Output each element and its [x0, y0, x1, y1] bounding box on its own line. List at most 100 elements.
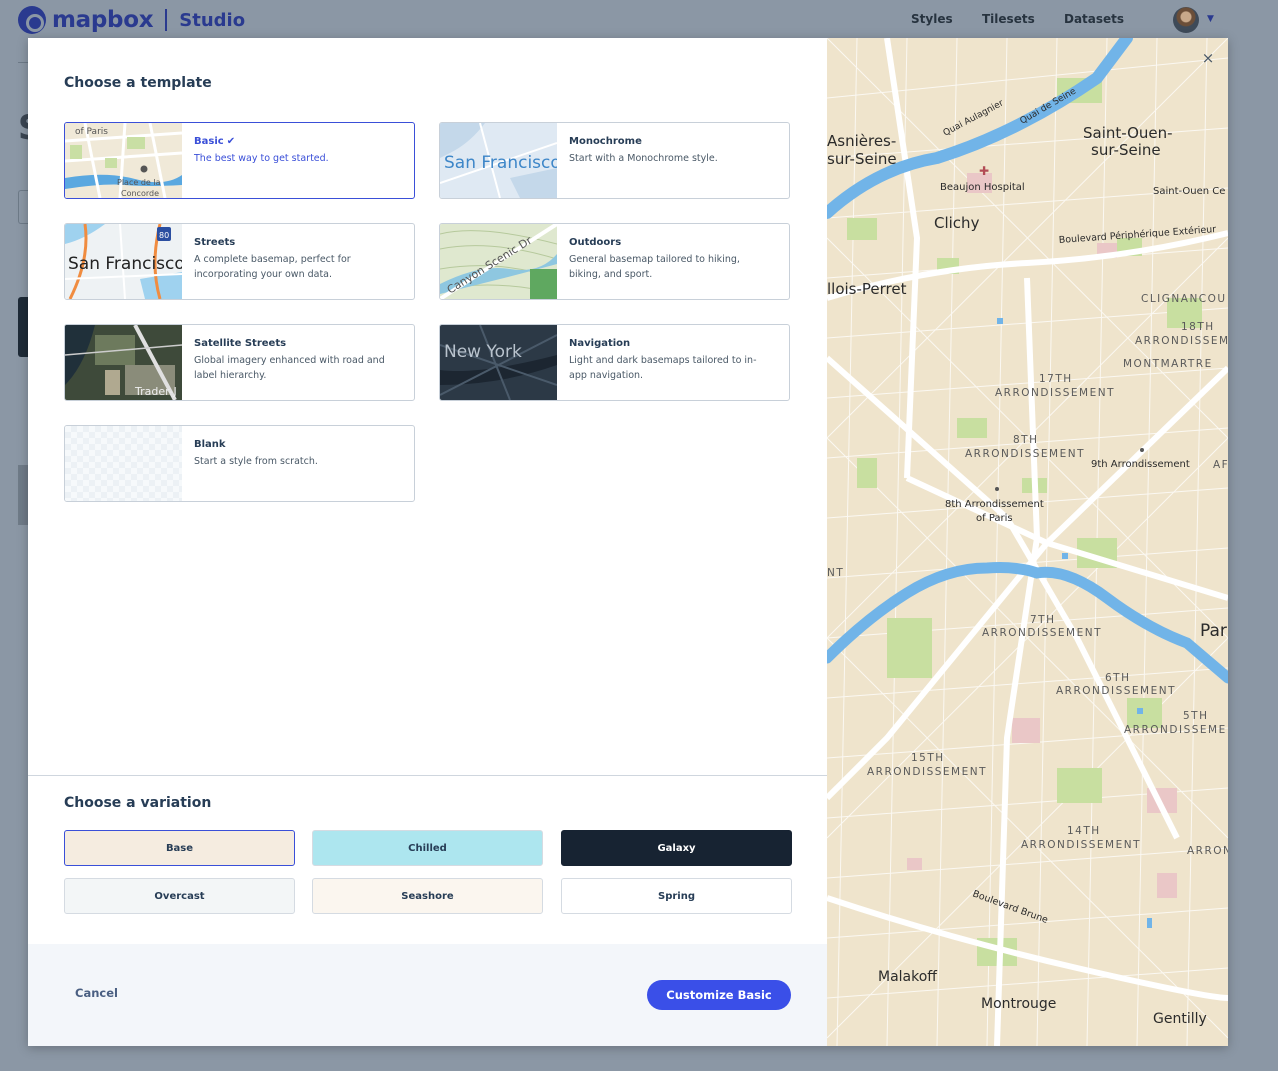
product-name: Studio	[179, 9, 246, 31]
map-label: 8TH	[1013, 434, 1039, 446]
top-bar: mapbox Studio Styles Tilesets Datasets ▼	[0, 0, 1278, 38]
brand-name: mapbox	[52, 7, 154, 33]
check-icon: ✔	[226, 136, 236, 147]
map-label: Par	[1200, 621, 1227, 641]
map-label: Beaujon Hospital	[940, 182, 1025, 193]
variation-spring-button[interactable]: Spring	[561, 878, 792, 914]
template-description: Light and dark basemaps tailored to in-a…	[569, 355, 757, 381]
variation-seashore-button[interactable]: Seashore	[312, 878, 543, 914]
template-description: The best way to get started.	[194, 153, 329, 164]
template-name: Outdoors	[569, 237, 622, 248]
template-card-blank[interactable]: Blank Start a style from scratch.	[64, 425, 415, 502]
variation-overcast-button[interactable]: Overcast	[64, 878, 295, 914]
map-label: Clichy	[934, 214, 980, 232]
template-name: Basic ✔	[194, 136, 236, 147]
map-label: Montrouge	[981, 996, 1056, 1012]
section-divider	[28, 775, 827, 776]
template-thumb-satellite: Trader-J	[65, 325, 182, 400]
template-heading: Choose a template	[64, 75, 212, 91]
svg-text:Trader-J: Trader-J	[134, 385, 177, 398]
avatar[interactable]	[1173, 7, 1199, 33]
svg-text:New York: New York	[444, 342, 522, 362]
background-button	[18, 297, 28, 357]
svg-text:80: 80	[159, 231, 169, 240]
template-card-monochrome[interactable]: San Francisco Monochrome Start with a Mo…	[439, 122, 790, 199]
mapbox-logo[interactable]: mapbox Studio	[18, 6, 245, 34]
map-label: ARRONDISSEM	[1135, 335, 1228, 347]
template-description: General basemap tailored to hiking, biki…	[569, 254, 740, 280]
map-label: 6TH	[1105, 672, 1131, 684]
cancel-button[interactable]: Cancel	[75, 986, 118, 1000]
customize-button[interactable]: Customize Basic	[647, 980, 791, 1010]
template-card-outdoors[interactable]: Canyon Scenic Dr Outdoors General basema…	[439, 223, 790, 300]
map-label: Saint-Ouen Ce	[1153, 186, 1225, 197]
map-label: 18TH	[1181, 321, 1215, 333]
map-label: ARRONDISSEMENT	[1021, 839, 1141, 851]
nav-datasets[interactable]: Datasets	[1064, 12, 1124, 26]
map-label: ARRONDISSEMENT	[965, 448, 1085, 460]
mapbox-logo-icon	[18, 6, 46, 34]
map-canvas: Asnières- sur-Seine Saint-Ouen- sur-Sein…	[827, 38, 1228, 1046]
map-label: AF	[1213, 459, 1228, 471]
map-label: 17TH	[1039, 373, 1073, 385]
svg-text:Concorde: Concorde	[121, 189, 159, 198]
map-label: 15TH	[911, 752, 945, 764]
variation-chilled-button[interactable]: Chilled	[312, 830, 543, 866]
background-input	[18, 190, 28, 224]
map-label: 14TH	[1067, 825, 1101, 837]
svg-text:San Francisco: San Francisco	[444, 153, 557, 173]
template-name: Blank	[194, 439, 226, 450]
svg-text:San Francisco: San Francisco	[68, 254, 182, 274]
map-label: Saint-Ouen-	[1083, 124, 1173, 142]
map-label: 8th Arrondissement	[945, 499, 1044, 510]
map-label: ARRONDISSEMENT	[1056, 685, 1176, 697]
map-preview[interactable]: Asnières- sur-Seine Saint-Ouen- sur-Sein…	[827, 38, 1228, 1046]
map-label: CLIGNANCOU	[1141, 293, 1227, 305]
variation-galaxy-button[interactable]: Galaxy	[561, 830, 792, 866]
template-card-satellite-streets[interactable]: Trader-J Satellite Streets Global imager…	[64, 324, 415, 401]
template-description: Start a style from scratch.	[194, 456, 318, 467]
map-label: Gentilly	[1153, 1011, 1207, 1027]
variation-base-button[interactable]: Base	[64, 830, 295, 866]
template-thumb-monochrome: San Francisco	[440, 123, 557, 198]
background-card	[18, 465, 28, 525]
map-label: ARRONDISSEMENT	[867, 766, 987, 778]
svg-text:Place de la: Place de la	[117, 178, 161, 187]
template-thumb-outdoors: Canyon Scenic Dr	[440, 224, 557, 299]
nav-tilesets[interactable]: Tilesets	[982, 12, 1035, 26]
close-icon[interactable]: ×	[1200, 50, 1216, 66]
template-name: Navigation	[569, 338, 631, 349]
template-card-navigation[interactable]: New York Navigation Light and dark basem…	[439, 324, 790, 401]
map-label: 9th Arrondissement	[1091, 459, 1190, 470]
map-label: ARRONDISSEME	[1124, 724, 1227, 736]
template-description: A complete basemap, perfect for incorpor…	[194, 254, 351, 280]
map-label: Asnières-	[827, 132, 896, 150]
map-label: ARRONDISSEMENT	[995, 387, 1115, 399]
template-name: Monochrome	[569, 136, 642, 147]
map-label: sur-Seine	[1091, 141, 1161, 159]
template-card-streets[interactable]: 80 San Francisco Streets A complete base…	[64, 223, 415, 300]
background-heading-fragment: S	[18, 108, 28, 148]
nav-styles[interactable]: Styles	[911, 12, 953, 26]
template-thumb-blank	[65, 426, 182, 501]
map-label: 5TH	[1183, 710, 1209, 722]
template-thumb-basic: of Paris Place de la Concorde	[65, 123, 182, 198]
template-description: Global imagery enhanced with road and la…	[194, 355, 385, 381]
map-label: NT	[827, 567, 844, 579]
modal-options-panel: Choose a template of Paris Place de la C…	[28, 38, 827, 1046]
template-name: Satellite Streets	[194, 338, 287, 349]
map-label: MONTMARTRE	[1123, 358, 1213, 370]
template-thumb-navigation: New York	[440, 325, 557, 400]
map-label: llois-Perret	[827, 280, 907, 298]
map-label: Malakoff	[878, 969, 937, 985]
map-label: ARRON	[1187, 845, 1228, 857]
map-label: of Paris	[976, 513, 1013, 524]
variation-heading: Choose a variation	[64, 795, 212, 811]
template-thumb-streets: 80 San Francisco	[65, 224, 182, 299]
map-label: sur-Seine	[827, 150, 897, 168]
modal-footer: Cancel Customize Basic	[28, 944, 827, 1046]
template-name: Streets	[194, 237, 236, 248]
background-divider	[18, 62, 28, 63]
chevron-down-icon[interactable]: ▼	[1207, 14, 1214, 24]
template-card-basic[interactable]: of Paris Place de la Concorde Basic ✔ The…	[64, 122, 415, 199]
